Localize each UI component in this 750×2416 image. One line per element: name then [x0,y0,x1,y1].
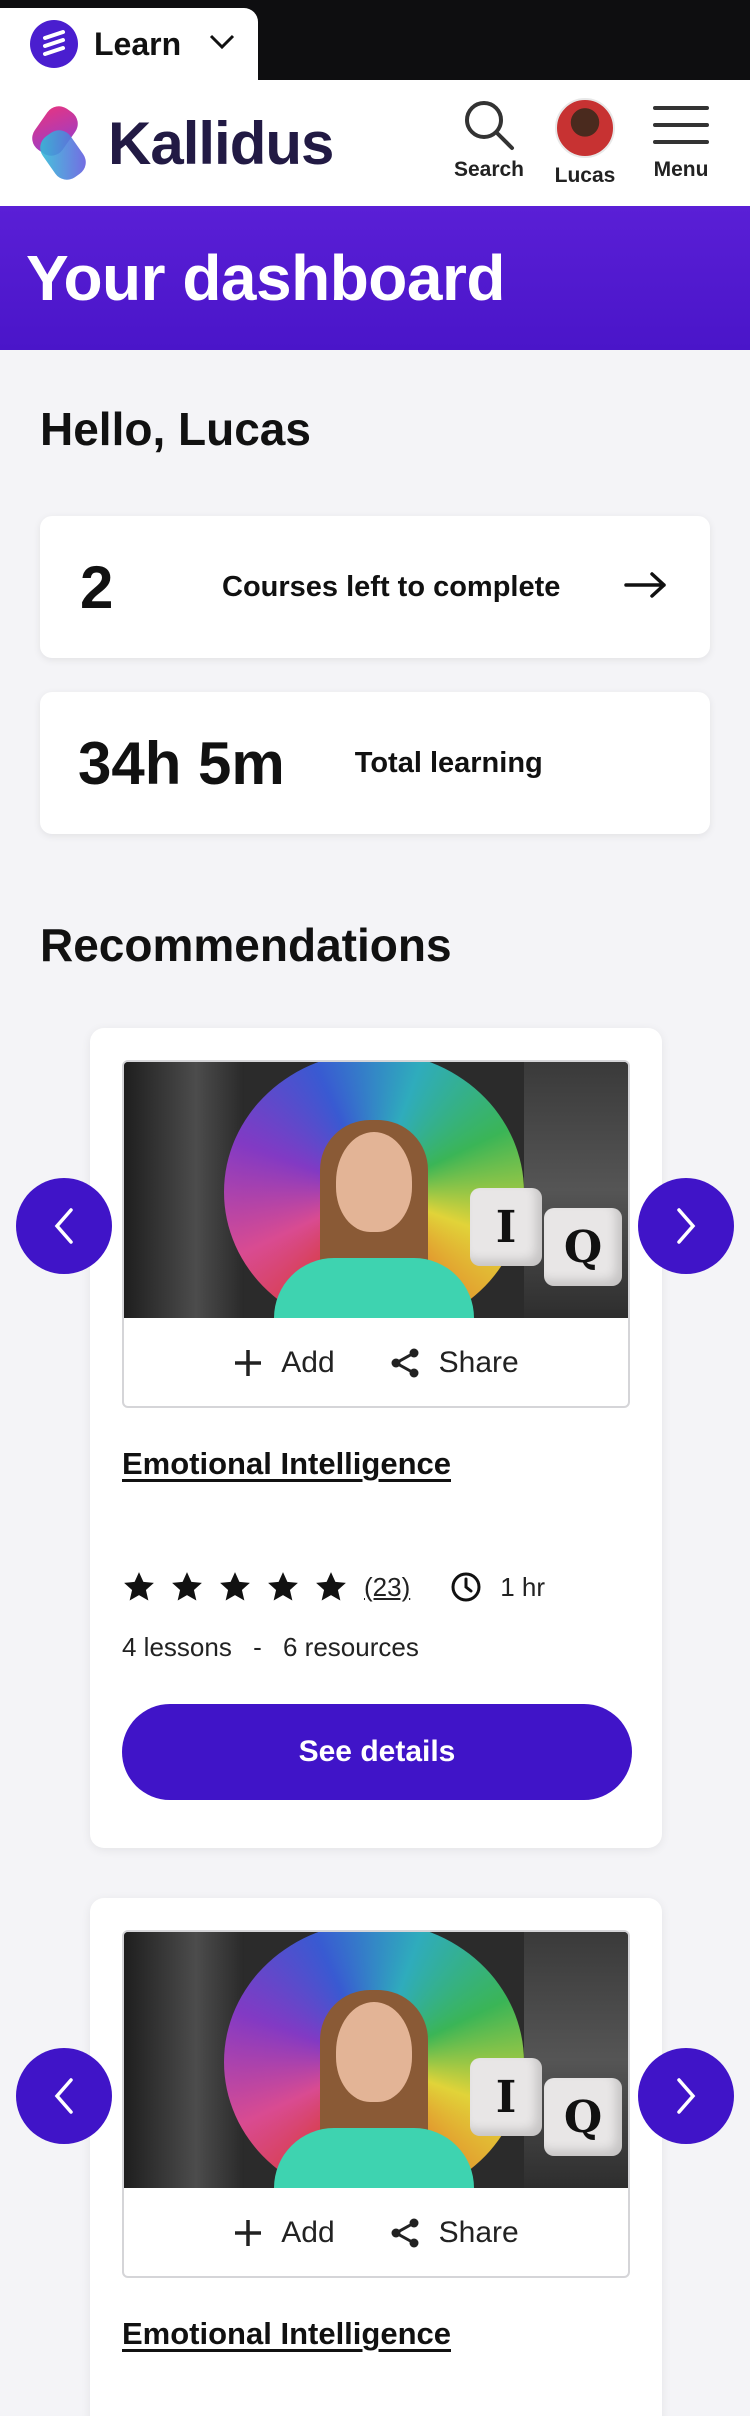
star-icon [268,1572,298,1601]
carousel-prev-button[interactable] [16,2048,112,2144]
search-button[interactable]: Search [444,98,534,194]
share-icon [391,1348,419,1378]
avatar [555,98,615,158]
add-button[interactable]: Add [233,1346,335,1380]
app-switcher[interactable]: Learn [0,8,258,80]
course-thumbnail-panel: I Q Add Share [122,1930,630,2278]
brand-wordmark: Kallidus [108,109,334,177]
course-image: I Q [124,1932,628,2188]
lesson-count: 4 lessons [122,1632,232,1662]
learn-app-icon [30,20,78,68]
menu-label: Menu [653,158,709,181]
total-learning-value: 34h 5m [78,729,285,797]
brand-logo[interactable]: Kallidus [30,100,334,186]
course-thumbnail-panel: I Q Add Share [122,1060,630,1408]
hamburger-icon [653,106,709,144]
recommendations-title: Recommendations [40,919,452,971]
app-switcher-label: Learn [94,25,182,62]
menu-button[interactable]: Menu [636,98,726,194]
chevron-down-icon [209,34,235,55]
course-title-link[interactable]: Emotional Intelligence [122,1446,451,1482]
share-icon [391,2218,419,2248]
search-label: Search [453,158,525,181]
rating-count-link[interactable]: (23) [364,1572,410,1603]
star-icon [172,1572,202,1601]
star-icon [316,1572,346,1601]
course-image: I Q [124,1062,628,1318]
courses-left-card[interactable]: 2 Courses left to complete [40,516,710,658]
courses-left-value: 2 [80,553,114,621]
recommendation-card: I Q Add Share Emotional Intelligence [90,1898,662,2416]
rating-stars [122,1570,348,1604]
share-label: Share [438,2216,519,2249]
page-title: Your dashboard [26,242,505,314]
card-actions: Add Share [124,1318,628,1406]
total-learning-label: Total learning [354,746,543,779]
carousel-next-button[interactable] [638,2048,734,2144]
star-icon [220,1572,250,1601]
star-icon [124,1572,154,1601]
duration-text: 1 hr [500,1571,546,1602]
course-title-link[interactable]: Emotional Intelligence [122,2316,451,2352]
kallidus-logo-icon [32,106,86,180]
top-strip: Learn [0,0,750,80]
chevron-right-icon [677,2078,696,2114]
plus-icon [235,2220,262,2246]
chevron-right-icon [677,1208,696,1244]
search-icon [465,101,514,150]
chevron-left-icon [54,2078,73,2114]
dashboard-banner: Your dashboard [0,206,750,350]
total-learning-card: 34h 5m Total learning [40,692,710,834]
courses-left-label: Courses left to complete [222,570,561,603]
add-label: Add [281,1346,335,1379]
profile-label: Lucas [554,164,616,187]
separator: - [253,1632,262,1662]
carousel-prev-button[interactable] [16,1178,112,1274]
add-button[interactable]: Add [233,2216,335,2250]
course-meta: (23) 1 hr [122,1570,545,1604]
carousel-next-button[interactable] [638,1178,734,1274]
resource-count: 6 resources [282,1632,419,1662]
clock-icon [451,1572,481,1602]
chevron-left-icon [54,1208,73,1244]
arrow-right-icon [624,570,668,605]
profile-button[interactable]: Lucas [540,98,630,194]
add-label: Add [281,2216,335,2249]
recommendation-card: I Q Add Share Emotional Intelligence [90,1028,662,1848]
see-details-button[interactable]: See details [122,1704,632,1800]
site-header: Kallidus Search Lucas Menu [0,80,750,206]
duration: 1 hr [450,1571,545,1603]
greeting: Hello, Lucas [40,403,311,455]
course-contents: 4 lessons - 6 resources [122,1632,419,1663]
plus-icon [235,1350,262,1376]
share-label: Share [438,1346,519,1379]
share-button[interactable]: Share [389,1346,519,1380]
share-button[interactable]: Share [389,2216,519,2250]
card-actions: Add Share [124,2188,628,2276]
